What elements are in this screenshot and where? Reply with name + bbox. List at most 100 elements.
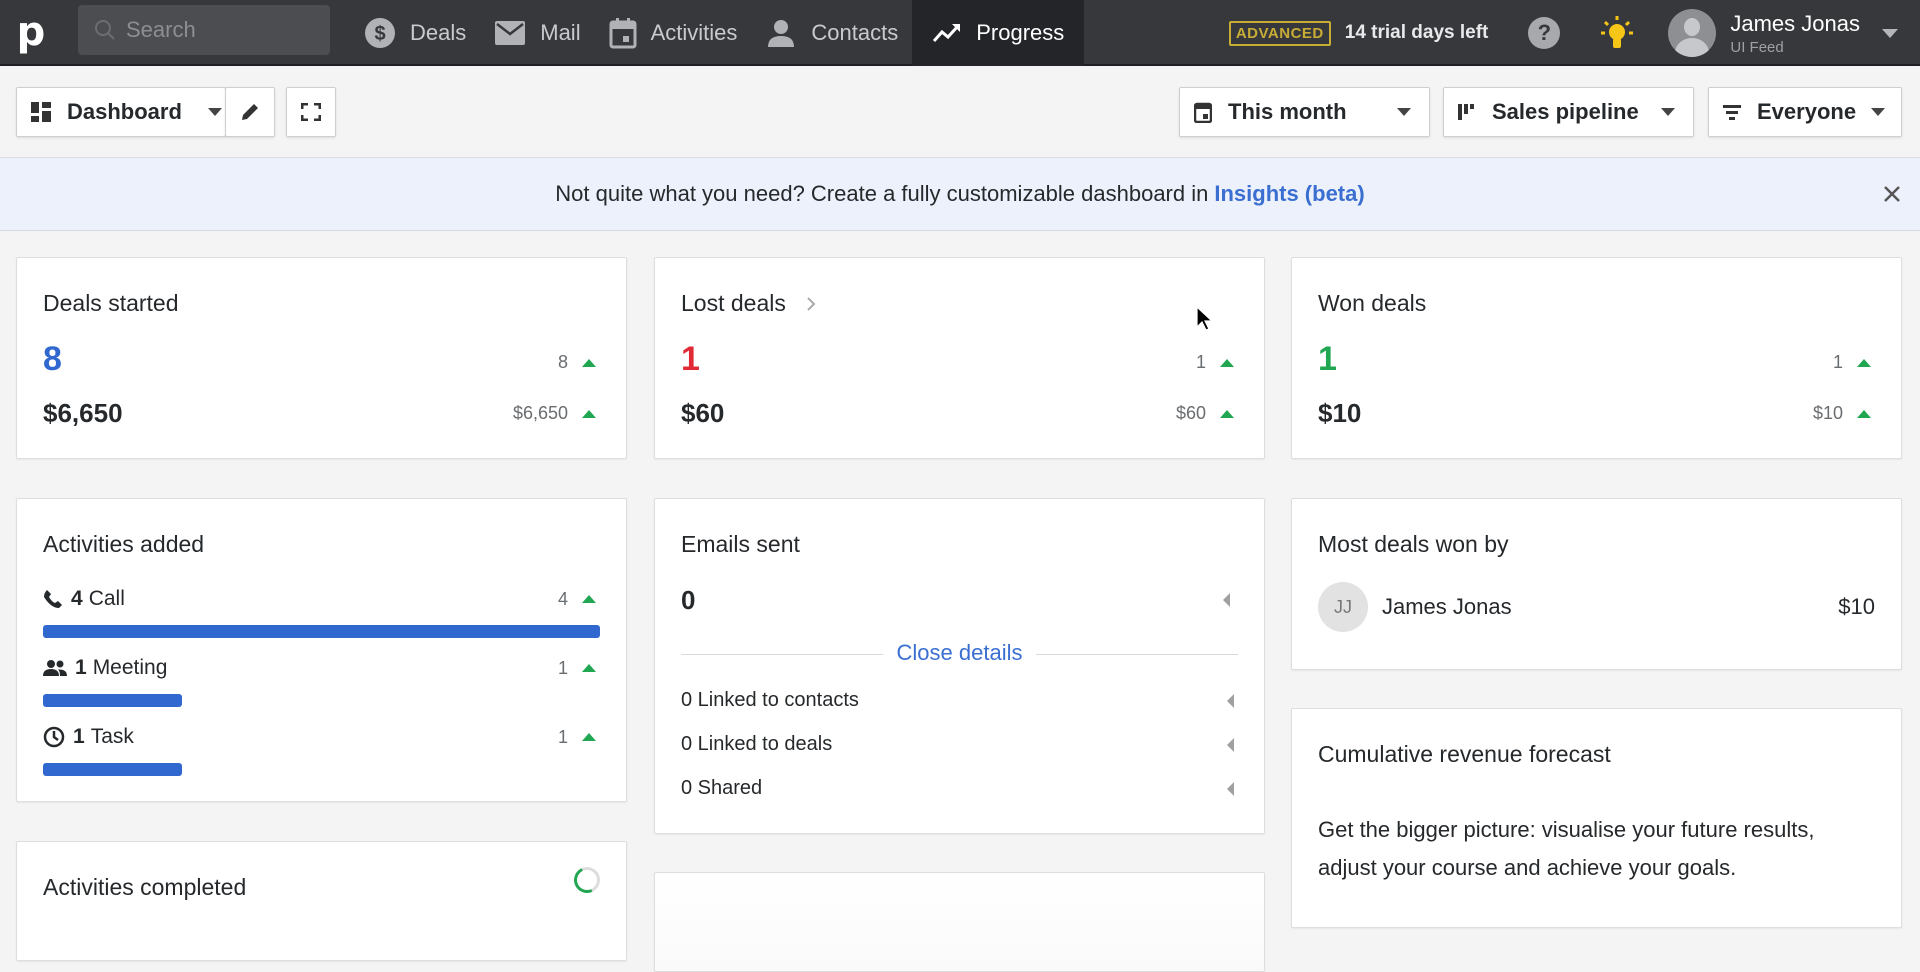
user-company: UI Feed — [1730, 38, 1784, 56]
search-input[interactable]: Search — [78, 5, 330, 55]
nav-contacts-label: Contacts — [811, 20, 899, 45]
most-deals-won-card[interactable]: Most deals won by JJ James Jonas $10 — [1291, 498, 1902, 670]
nav-progress-label: Progress — [976, 20, 1065, 45]
trend-up-icon — [1857, 358, 1871, 367]
trend-up-icon — [582, 595, 596, 603]
trial-days-text[interactable]: 14 trial days left — [1345, 22, 1489, 44]
top-navigation-bar: p Search $ Deals Mail Activities Contact… — [0, 0, 1920, 66]
chevron-down-icon — [1871, 108, 1885, 116]
filter-icon — [1723, 105, 1741, 120]
pipeline-icon — [1458, 104, 1474, 120]
phone-icon — [44, 590, 62, 608]
caret-left-icon — [1227, 781, 1234, 796]
won-deals-value: $10 — [1318, 398, 1362, 428]
dashboard-select[interactable]: Dashboard — [16, 87, 226, 137]
insights-banner: Not quite what you need? Create a fully … — [0, 158, 1920, 231]
comparison-count: 4 — [557, 588, 568, 609]
dashboard-label: Dashboard — [67, 99, 182, 124]
main-nav: $ Deals Mail Activities Contacts Progres… — [350, 0, 1085, 66]
period-select[interactable]: This month — [1179, 87, 1430, 137]
card-title: Cumulative revenue forecast — [1318, 741, 1611, 767]
leader-row[interactable]: JJ James Jonas $10 — [1318, 582, 1875, 632]
forecast-line: adjust your course and achieve your goal… — [1318, 855, 1737, 880]
help-icon[interactable]: ? — [1528, 17, 1561, 49]
mouse-cursor-icon — [1196, 306, 1214, 331]
svg-text:$: $ — [374, 23, 385, 45]
comparison-value: $10 — [1812, 403, 1843, 423]
detail-label: 0 Shared — [681, 777, 763, 799]
detail-row: 0 Shared — [681, 777, 1234, 800]
lightbulb-icon[interactable] — [1600, 14, 1634, 52]
chevron-down-icon — [1397, 108, 1411, 116]
edit-dashboard-button[interactable] — [225, 87, 275, 137]
detail-row: 0 Linked to contacts — [681, 689, 1234, 712]
fullscreen-icon — [301, 103, 321, 121]
user-name: James Jonas — [1730, 10, 1860, 36]
activity-bar-task — [43, 763, 182, 776]
revenue-forecast-card[interactable]: Cumulative revenue forecast Get the bigg… — [1291, 708, 1902, 928]
fullscreen-button[interactable] — [286, 87, 336, 137]
trend-up-icon — [1220, 409, 1234, 418]
pipedrive-logo[interactable]: p — [0, 0, 62, 65]
calendar-icon — [609, 18, 637, 49]
comparison-count: 1 — [1832, 352, 1843, 372]
activity-row-call[interactable]: 4 Call 4 — [43, 587, 600, 611]
trend-up-icon — [582, 733, 596, 741]
activity-count: 4 — [71, 587, 83, 610]
comparison-count: 1 — [1195, 352, 1206, 372]
pencil-icon — [242, 104, 258, 120]
lost-deals-value: $60 — [681, 398, 725, 428]
user-avatar[interactable] — [1668, 9, 1717, 57]
chevron-right-icon[interactable] — [806, 296, 816, 312]
activity-bar-meeting — [43, 694, 182, 707]
chevron-down-icon — [1661, 108, 1675, 116]
activity-row-task[interactable]: 1 Task 1 — [43, 725, 600, 749]
activity-row-meeting[interactable]: 1 Meeting 1 — [43, 656, 600, 680]
clock-icon — [43, 726, 65, 748]
leader-name: James Jonas — [1382, 594, 1512, 619]
activities-added-card[interactable]: Activities added 4 Call 4 1 Meeting 1 1 … — [16, 498, 627, 802]
detail-label: 0 Linked to deals — [681, 733, 833, 755]
plan-badge[interactable]: ADVANCED — [1228, 20, 1331, 46]
nav-deals-label: Deals — [410, 20, 467, 45]
user-menu-chevron-down-icon[interactable] — [1882, 28, 1898, 38]
user-menu[interactable]: James Jonas UI Feed — [1730, 11, 1860, 56]
won-deals-card[interactable]: Won deals 1 1 $10 $10 — [1291, 257, 1902, 459]
dashboard-icon — [31, 102, 51, 122]
leader-value: $10 — [1838, 594, 1875, 619]
lost-deals-card[interactable]: Lost deals 1 1 $60 $60 — [654, 257, 1265, 459]
search-placeholder: Search — [126, 17, 196, 42]
caret-left-icon — [1227, 693, 1234, 708]
activity-bar-call — [43, 625, 600, 638]
trend-up-icon — [1220, 358, 1234, 367]
dashboard-toolbar: Dashboard This month Sales pipeline Ever… — [0, 68, 1920, 158]
nav-activities[interactable]: Activities — [595, 0, 752, 66]
close-details-link[interactable]: Close details — [882, 640, 1037, 666]
emails-sent-card[interactable]: Emails sent 0 Close details 0 Linked to … — [654, 498, 1265, 834]
trending-up-icon — [933, 24, 961, 42]
calendar-icon — [1194, 102, 1212, 123]
filter-label: Everyone — [1757, 99, 1857, 124]
emails-sent-count: 0 — [681, 585, 696, 615]
insights-link[interactable]: Insights (beta) — [1214, 181, 1364, 207]
user-filter-select[interactable]: Everyone — [1708, 87, 1902, 137]
comparison-count: 1 — [557, 657, 568, 678]
nav-deals[interactable]: $ Deals — [350, 0, 480, 66]
close-icon[interactable] — [1882, 184, 1902, 204]
people-icon — [43, 660, 67, 676]
deals-started-count: 8 — [43, 340, 62, 378]
dollar-icon: $ — [365, 18, 395, 48]
deals-started-card[interactable]: Deals started 8 8 $6,650 $6,650 — [16, 257, 627, 459]
caret-left-icon — [1227, 737, 1234, 752]
won-deals-count: 1 — [1318, 340, 1337, 378]
nav-contacts[interactable]: Contacts — [751, 0, 912, 66]
activities-completed-card[interactable]: Activities completed — [16, 841, 627, 961]
nav-progress[interactable]: Progress — [912, 0, 1085, 66]
card-title: Won deals — [1318, 290, 1427, 316]
activity-count: 1 — [75, 656, 87, 679]
person-icon — [768, 20, 795, 47]
trend-up-icon — [1857, 409, 1871, 418]
nav-activities-label: Activities — [650, 20, 738, 45]
pipeline-select[interactable]: Sales pipeline — [1443, 87, 1694, 137]
nav-mail[interactable]: Mail — [480, 0, 594, 66]
